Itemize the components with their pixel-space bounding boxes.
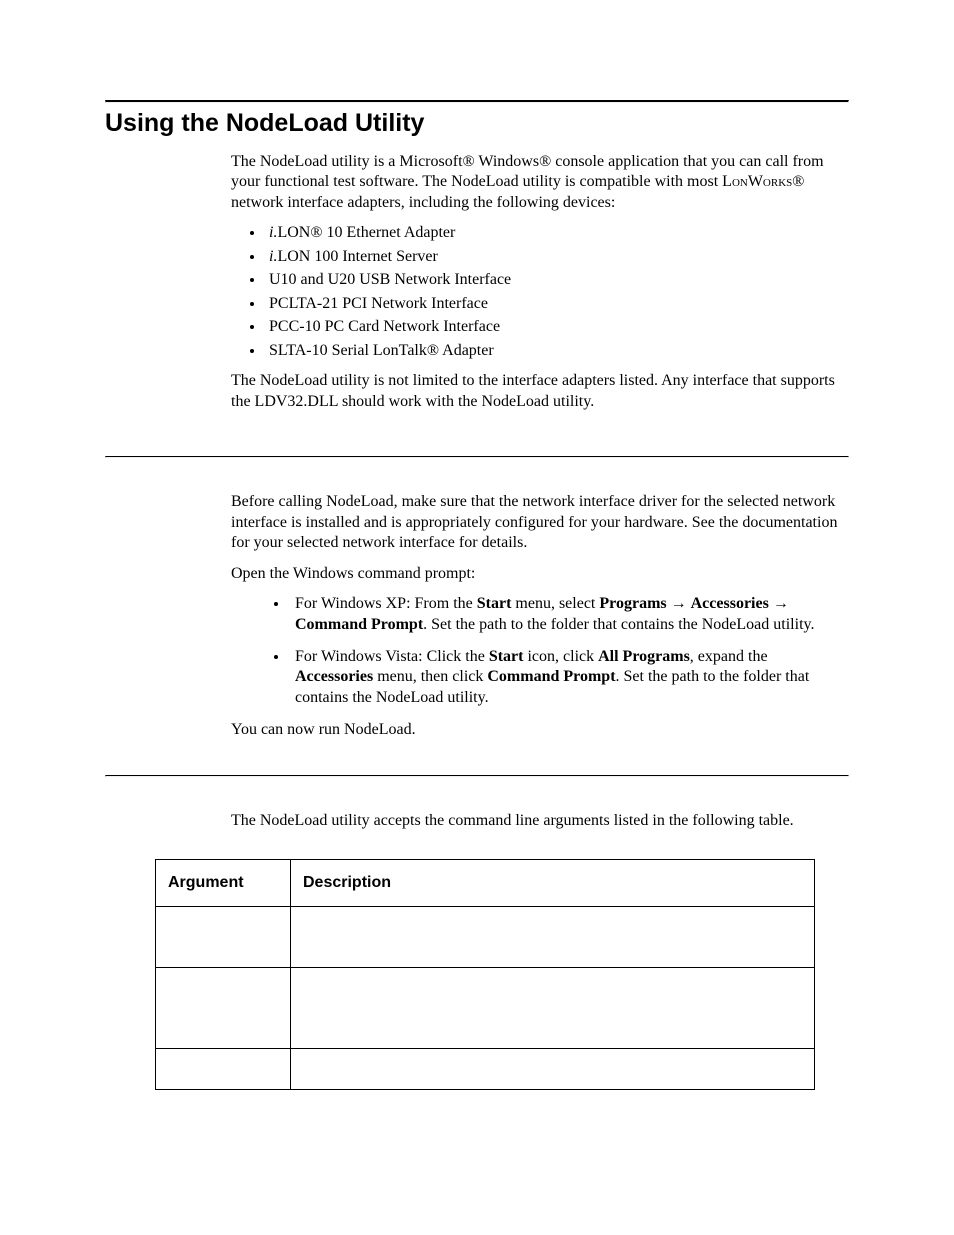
list-item: i.LON 100 Internet Server [265, 247, 849, 267]
setup-block: Before calling NodeLoad, make sure that … [231, 492, 849, 741]
start-label: Start [477, 595, 512, 612]
text: . Set the path to the folder that contai… [423, 616, 814, 633]
table-row [156, 907, 815, 968]
intro-block: The NodeLoad utility is a Microsoft® Win… [231, 152, 849, 412]
list-item: SLTA-10 Serial LonTalk® Adapter [265, 341, 849, 361]
now-run-paragraph: You can now run NodeLoad. [231, 720, 849, 740]
arguments-table: Argument Description [155, 859, 815, 1090]
rule-top [105, 100, 849, 103]
list-item: For Windows Vista: Click the Start icon,… [289, 647, 849, 708]
header-argument: Argument [156, 860, 291, 907]
text: For Windows Vista: Click the [295, 648, 489, 665]
text: menu, select [511, 595, 599, 612]
list-item: i.LON® 10 Ethernet Adapter [265, 223, 849, 243]
args-block: The NodeLoad utility accepts the command… [231, 811, 849, 831]
text: icon, click [523, 648, 598, 665]
list-item: For Windows XP: From the Start menu, sel… [289, 594, 849, 635]
list-item: U10 and U20 USB Network Interface [265, 270, 849, 290]
limit-paragraph: The NodeLoad utility is not limited to t… [231, 371, 849, 412]
list-item: PCC-10 PC Card Network Interface [265, 317, 849, 337]
section-heading: Using the NodeLoad Utility [105, 109, 849, 138]
text: For Windows XP: From the [295, 595, 477, 612]
text: , expand the [690, 648, 768, 665]
programs-label: Programs [599, 595, 666, 612]
accessories-label: Accessories [295, 668, 373, 685]
lonworks-brand: LonWorks [722, 173, 792, 190]
ilon-mid: LON [277, 224, 310, 241]
ilon-post: ® 10 Ethernet Adapter [310, 224, 455, 241]
instruction-list: For Windows XP: From the Start menu, sel… [231, 594, 849, 708]
open-prompt-paragraph: Open the Windows command prompt: [231, 564, 849, 584]
intro-paragraph: The NodeLoad utility is a Microsoft® Win… [231, 152, 849, 213]
before-paragraph: Before calling NodeLoad, make sure that … [231, 492, 849, 553]
list-item: PCLTA-21 PCI Network Interface [265, 294, 849, 314]
table-row [156, 1049, 815, 1090]
header-description: Description [291, 860, 815, 907]
text: menu, then click [373, 668, 487, 685]
table-row [156, 968, 815, 1049]
table-header-row: Argument Description [156, 860, 815, 907]
start-label: Start [489, 648, 524, 665]
arrow-icon: → [667, 595, 691, 612]
command-prompt-label: Command Prompt [487, 668, 615, 685]
device-list: i.LON® 10 Ethernet Adapter i.LON 100 Int… [231, 223, 849, 361]
accessories-label: Accessories [691, 595, 769, 612]
all-programs-label: All Programs [598, 648, 690, 665]
document-page: Using the NodeLoad Utility The NodeLoad … [0, 0, 954, 1235]
ilon-text: LON 100 Internet Server [277, 248, 437, 265]
arrow-icon: → [769, 595, 789, 612]
command-prompt-label: Command Prompt [295, 616, 423, 633]
args-intro-paragraph: The NodeLoad utility accepts the command… [231, 811, 849, 831]
